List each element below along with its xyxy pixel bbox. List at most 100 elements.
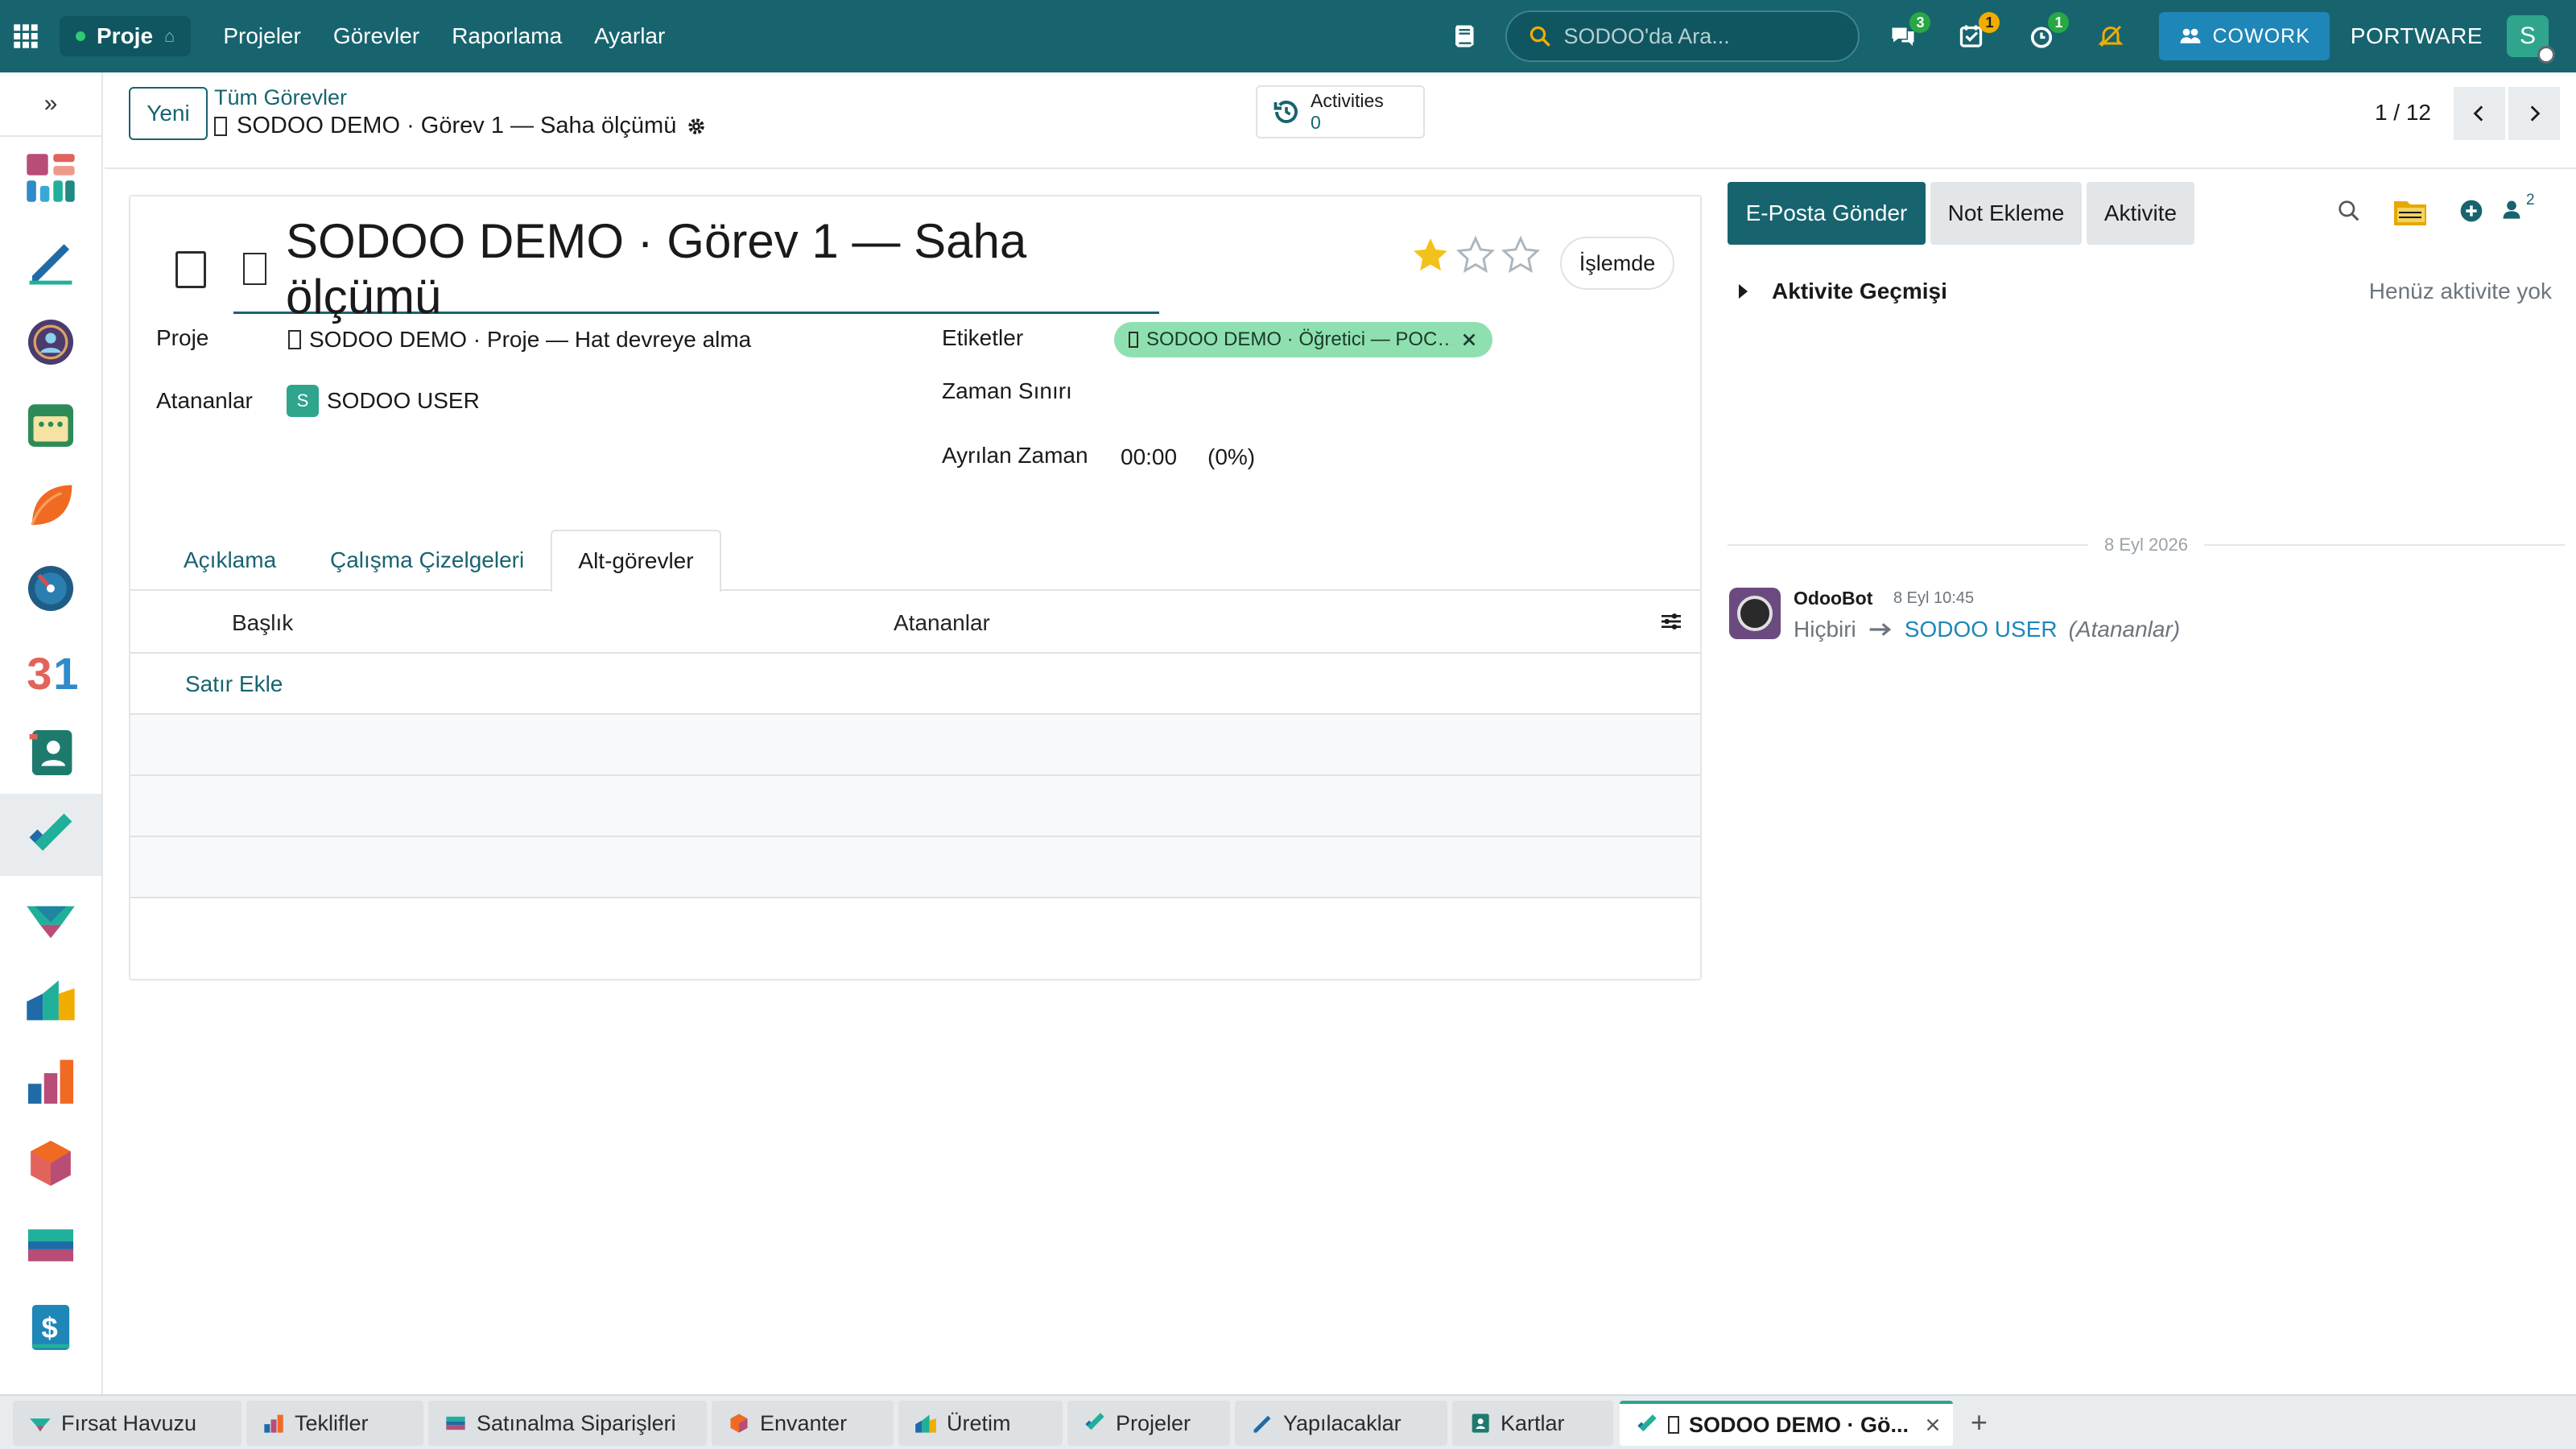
home-icon: ⌂ <box>164 26 175 46</box>
task-title-field[interactable]: SODOO DEMO · Görev 1 — Saha ölçümü <box>233 214 1159 324</box>
send-email-button[interactable]: E-Posta Gönder <box>1728 182 1926 245</box>
project-field[interactable]: SODOO DEMO · Proje — Hat devreye alma <box>288 327 751 353</box>
menu-settings[interactable]: Ayarlar <box>578 23 681 49</box>
add-tab-icon[interactable]: + <box>1971 1406 1988 1439</box>
task-title-glyph-icon <box>243 252 266 285</box>
sidebar-app-accounting[interactable] <box>0 1204 101 1286</box>
deadline-field[interactable] <box>1114 378 1637 407</box>
activity-history-toggle[interactable]: Aktivite Geçmişi Henüz aktivite yok <box>1739 279 2552 304</box>
close-icon[interactable] <box>1924 1416 1942 1434</box>
task-done-checkbox[interactable] <box>175 251 206 288</box>
sidebar-app-inventory[interactable] <box>0 958 101 1040</box>
tab-timesheets[interactable]: Çalışma Çizelgeleri <box>330 530 524 591</box>
menu-projects[interactable]: Projeler <box>207 23 316 49</box>
close-icon[interactable] <box>1460 331 1478 349</box>
crm-leaf-app-icon <box>31 485 72 526</box>
priority-stars <box>1410 235 1541 275</box>
column-assignees[interactable]: Atananlar <box>894 610 990 636</box>
window-tab[interactable]: Teklifler <box>246 1401 423 1446</box>
global-search[interactable] <box>1505 10 1860 62</box>
timer-icon[interactable]: 1 <box>2025 12 2070 52</box>
task-state-button[interactable]: İşlemde <box>1560 237 1674 290</box>
gear-icon[interactable] <box>686 116 707 137</box>
sidebar-app-project[interactable] <box>0 794 101 876</box>
sidebar-app-calendar[interactable] <box>0 383 101 465</box>
add-follower-icon[interactable] <box>2458 198 2484 224</box>
chatter-search-icon[interactable] <box>2336 198 2362 224</box>
cowork-button[interactable]: COWORK <box>2159 12 2330 60</box>
sidebar-app-invoicing[interactable]: $ <box>0 1286 101 1368</box>
star-empty-icon[interactable] <box>1501 235 1541 275</box>
sidebar-app-contacts[interactable] <box>0 712 101 794</box>
star-filled-icon[interactable] <box>1410 235 1451 275</box>
column-title[interactable]: Başlık <box>232 610 293 636</box>
sidebar-app-todo[interactable] <box>0 219 101 301</box>
project-value: SODOO DEMO · Proje — Hat devreye alma <box>309 327 752 352</box>
sidebar-app-crm[interactable] <box>0 465 101 547</box>
star-empty-icon[interactable] <box>1455 235 1496 275</box>
sidebar-app-sales-funnel[interactable] <box>0 876 101 958</box>
activity-button[interactable]: Aktivite <box>2087 182 2194 245</box>
invoicing-app-icon: $ <box>31 1304 70 1351</box>
pager-value[interactable]: 1 / 12 <box>2375 100 2431 126</box>
project-icon <box>1637 1414 1657 1432</box>
user-avatar[interactable]: S <box>2507 15 2555 64</box>
notifications-muted-icon[interactable] <box>2095 20 2127 52</box>
window-tab-bar: Fırsat Havuzu Teklifler Satınalma Sipari… <box>0 1394 2576 1449</box>
company-switcher[interactable]: PORTWARE <box>2351 23 2483 49</box>
followers-button[interactable]: 2 <box>2500 192 2535 221</box>
window-tab[interactable]: Fırsat Havuzu <box>13 1401 242 1446</box>
assignees-field[interactable]: S SODOO USER <box>287 385 480 417</box>
contacts-icon <box>1472 1414 1489 1433</box>
product-app-icon <box>31 1140 71 1187</box>
menu-reporting[interactable]: Raporlama <box>436 23 578 49</box>
tag-badge[interactable]: SODOO DEMO · Öğretici — POC… <box>1114 322 1492 357</box>
attachments-folder-icon[interactable] <box>2391 193 2429 232</box>
empty-row <box>130 837 1700 898</box>
timer-badge: 1 <box>2048 12 2070 33</box>
tab-subtasks[interactable]: Alt-görevler <box>551 530 721 592</box>
documentation-book-icon[interactable] <box>1449 20 1481 52</box>
messages-icon[interactable]: 3 <box>1887 12 1931 52</box>
history-icon <box>1274 101 1298 123</box>
activities-icon[interactable]: 1 <box>1956 12 2000 52</box>
window-tab-active[interactable]: SODOO DEMO · Gö... <box>1620 1401 1953 1446</box>
pager-next-button[interactable] <box>2508 87 2560 140</box>
sidebar-app-product[interactable] <box>0 1122 101 1204</box>
sidebar-app-reporting[interactable] <box>0 1040 101 1122</box>
window-tab-label: Envanter <box>760 1410 848 1435</box>
app-menu-icon[interactable] <box>0 0 52 72</box>
project-app-icon <box>29 813 72 851</box>
sidebar-expand-icon[interactable]: » <box>0 72 101 137</box>
activities-smart-button[interactable]: Activities 0 <box>1256 85 1425 138</box>
search-input[interactable] <box>1563 23 1830 49</box>
sidebar-app-dashboard[interactable] <box>0 137 101 219</box>
user-icon <box>2503 200 2520 219</box>
app-brand[interactable]: Proje ⌂ <box>60 16 192 56</box>
window-tab[interactable]: Kartlar <box>1452 1401 1613 1446</box>
window-tab[interactable]: Projeler <box>1067 1401 1230 1446</box>
log-note-button[interactable]: Not Ekleme <box>1930 182 2082 245</box>
breadcrumb-parent[interactable]: Tüm Görevler <box>214 85 347 110</box>
project-icon <box>1085 1413 1104 1430</box>
new-record-button[interactable]: Yeni <box>129 87 208 140</box>
no-activity-text: Henüz aktivite yok <box>2368 279 2552 303</box>
message-author[interactable]: OdooBot <box>1794 588 1872 609</box>
tab-description[interactable]: Açıklama <box>184 530 276 591</box>
window-tab[interactable]: Envanter <box>712 1401 894 1446</box>
sidebar-app-discuss[interactable] <box>0 301 101 383</box>
window-tab[interactable]: Satınalma Siparişleri <box>428 1401 707 1446</box>
window-tab[interactable]: Yapılacaklar <box>1235 1401 1447 1446</box>
project-label: Proje <box>156 325 209 350</box>
assignee-avatar: S <box>287 385 319 417</box>
allocated-time-field[interactable]: 00:00 <box>1121 444 1177 470</box>
pager-previous-button[interactable] <box>2454 87 2505 140</box>
sidebar-app-timer[interactable] <box>0 547 101 630</box>
optional-columns-icon[interactable] <box>1658 609 1684 634</box>
sidebar-app-calendar-31[interactable]: 31 <box>0 630 101 712</box>
navbar-right: 3 1 1 COWORK PORTWARE S <box>1449 0 2576 72</box>
window-tab[interactable]: Üretim <box>898 1401 1063 1446</box>
menu-tasks[interactable]: Görevler <box>317 23 436 49</box>
add-line-link[interactable]: Satır Ekle <box>185 671 283 697</box>
odoobot-avatar[interactable] <box>1729 588 1781 639</box>
